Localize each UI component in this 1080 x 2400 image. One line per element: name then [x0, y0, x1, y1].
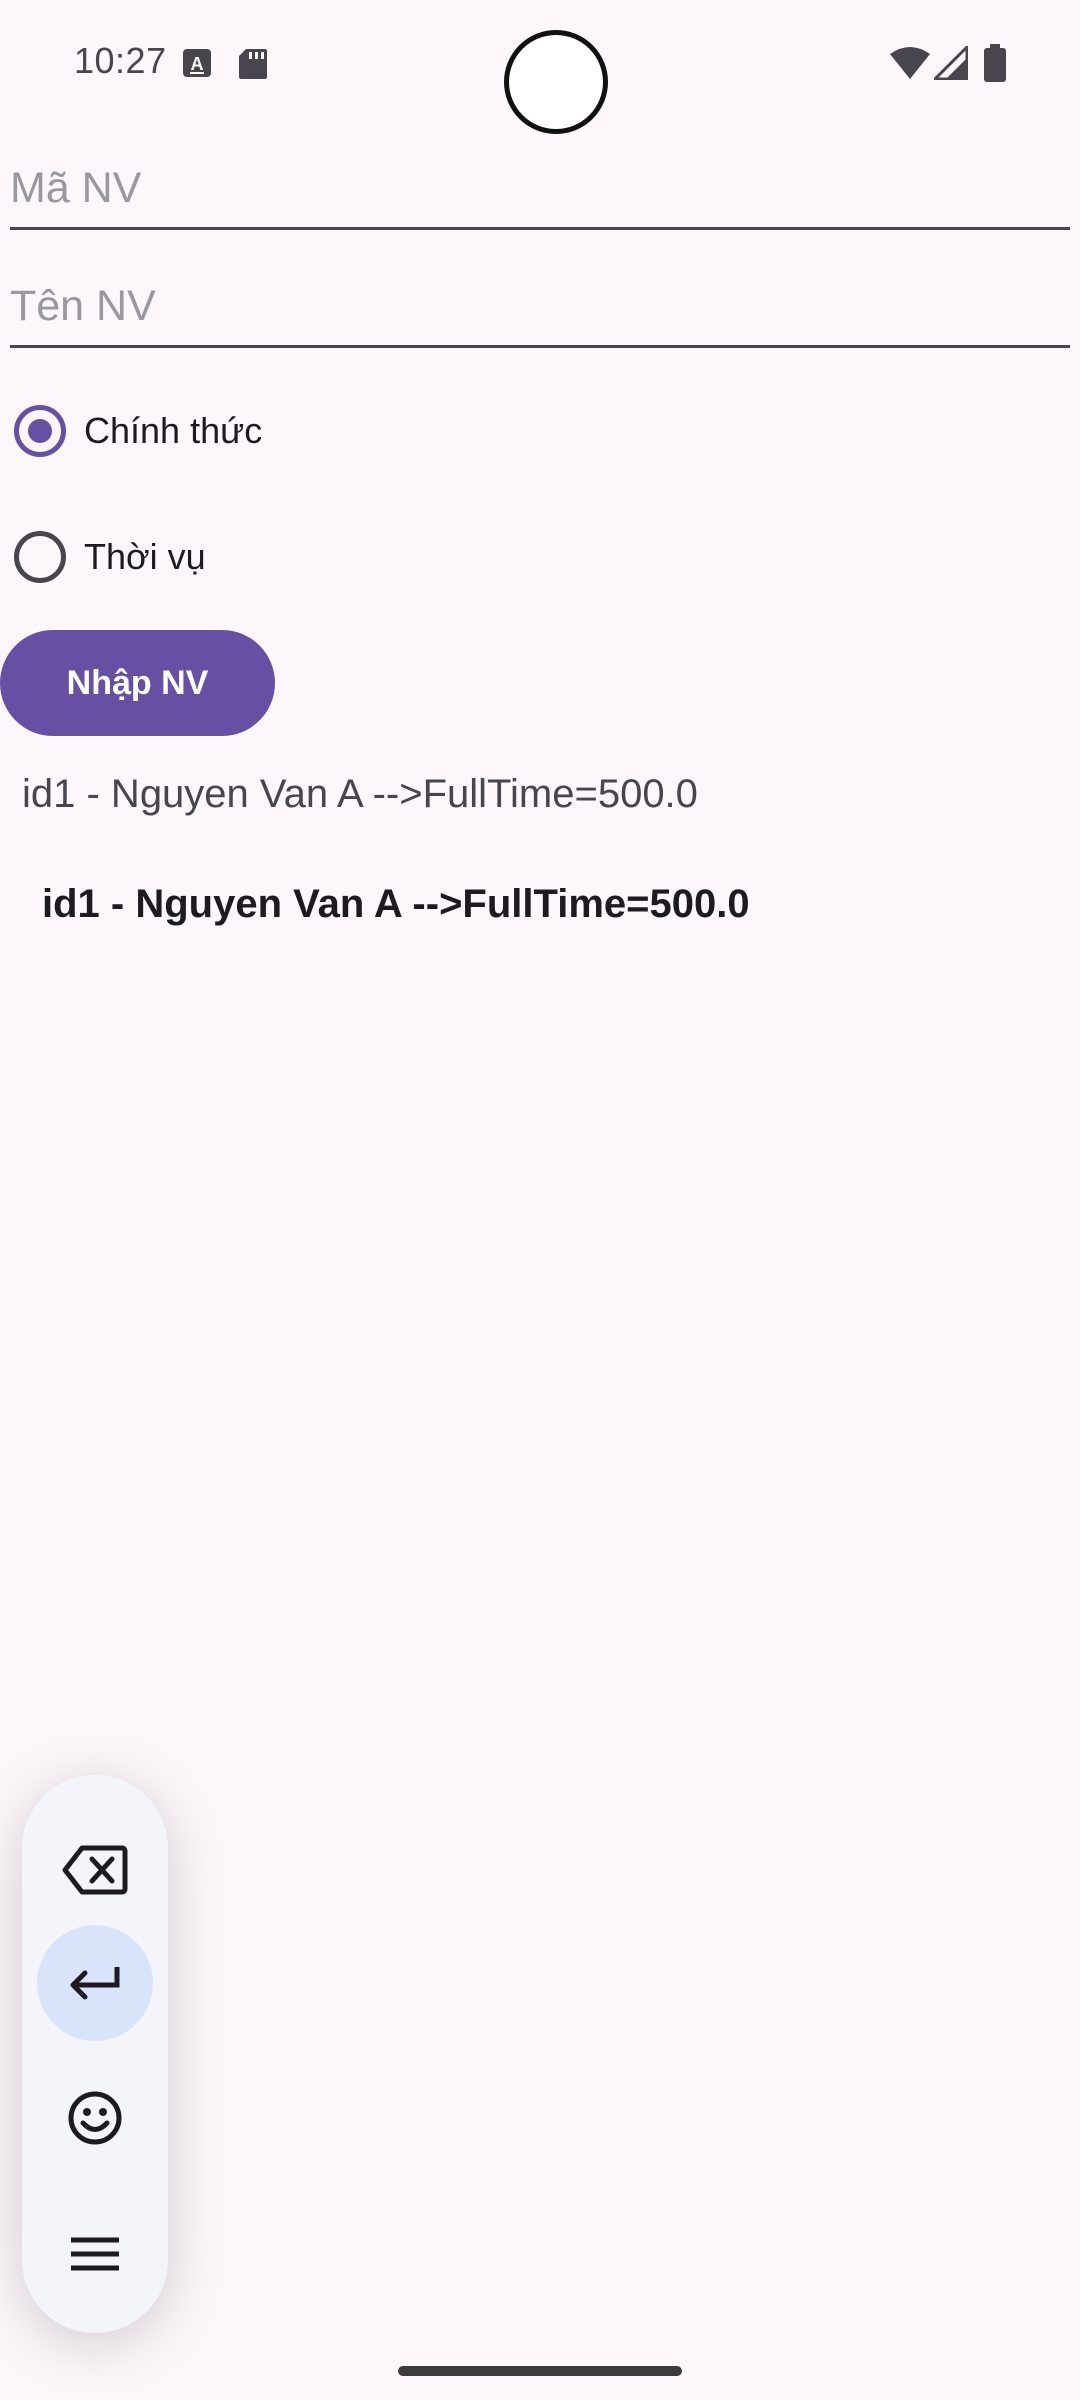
keyboard-floating-toolbar [22, 1775, 168, 2333]
radio-button-unchecked[interactable] [14, 531, 66, 583]
menu-icon[interactable] [37, 2196, 153, 2312]
nhap-nv-button[interactable]: Nhập NV [0, 630, 275, 736]
status-time: 10:27 [74, 40, 167, 81]
ten-nv-field[interactable] [10, 268, 1070, 348]
ma-nv-input[interactable] [10, 164, 1070, 213]
radio-label-thoi-vu: Thời vụ [84, 536, 206, 577]
ten-nv-input[interactable] [10, 282, 1070, 331]
emoji-icon[interactable] [37, 2060, 153, 2176]
sd-card-icon [238, 48, 268, 85]
radio-thoi-vu[interactable]: Thời vụ [14, 522, 206, 592]
list-item[interactable]: id1 - Nguyen Van A -->FullTime=500.0 [42, 882, 750, 927]
result-text: id1 - Nguyen Van A -->FullTime=500.0 [22, 772, 698, 816]
ma-nv-field[interactable] [10, 150, 1070, 230]
navigation-handle[interactable] [398, 2366, 682, 2376]
cellular-signal-icon [931, 43, 969, 85]
radio-chinh-thuc[interactable]: Chính thức [14, 396, 262, 466]
backspace-icon[interactable] [37, 1812, 153, 1928]
radio-label-chinh-thuc: Chính thức [84, 410, 263, 451]
battery-icon [984, 44, 1006, 87]
enter-icon[interactable] [37, 1925, 153, 2041]
status-bar: 10:27 A [0, 0, 1080, 134]
accessibility-notification-icon: A [182, 48, 212, 83]
camera-cutout [504, 30, 608, 134]
wifi-icon [890, 46, 930, 85]
svg-text:A: A [191, 54, 204, 74]
radio-button-checked[interactable] [14, 405, 66, 457]
